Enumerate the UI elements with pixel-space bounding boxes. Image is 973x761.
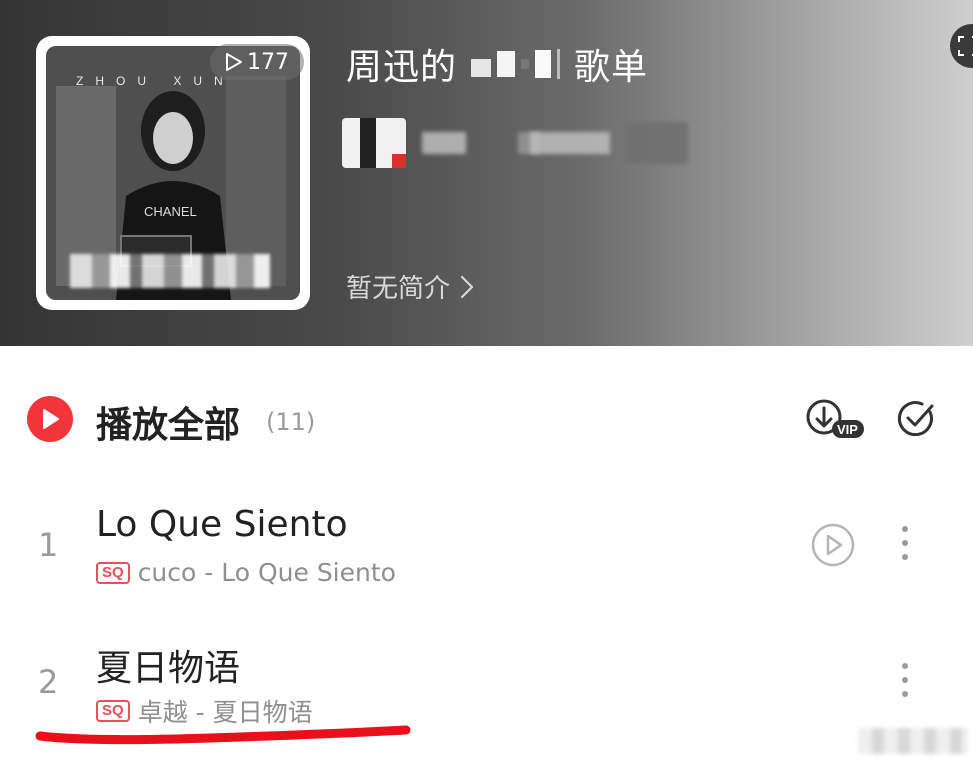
- list-item[interactable]: 1 Lo Que Siento SQ cuco - Lo Que Siento: [0, 496, 973, 626]
- song-list: 播放全部 (11) VIP 1 Lo Que Siento SQ cuco - …: [0, 346, 973, 761]
- multi-select-icon[interactable]: [896, 398, 938, 440]
- song-index: 2: [38, 663, 59, 701]
- cover-brand-text: ZHOU XUN: [76, 74, 235, 88]
- play-all-count: (11): [266, 408, 316, 436]
- creator-avatar[interactable]: [342, 118, 406, 168]
- vip-badge-text: VIP: [837, 422, 858, 437]
- description-link[interactable]: 暂无简介: [346, 268, 474, 305]
- playlist-title-suffix: 歌单: [574, 47, 649, 88]
- play-outline-icon: [226, 53, 242, 71]
- play-count-value: 177: [247, 49, 289, 75]
- cover-image: CHANEL ZHOU XUN: [46, 46, 300, 300]
- sq-badge: SQ: [96, 561, 130, 584]
- play-count-badge: 177: [210, 44, 304, 80]
- download-vip-icon[interactable]: VIP: [804, 398, 866, 440]
- play-all-row[interactable]: 播放全部 (11) VIP: [0, 346, 973, 496]
- play-all-label[interactable]: 播放全部: [96, 396, 240, 448]
- more-icon[interactable]: [902, 663, 908, 697]
- song-title[interactable]: Lo Que Siento: [96, 504, 348, 545]
- song-title[interactable]: 夏日物语: [96, 639, 240, 691]
- creator-name-blur: [422, 132, 466, 154]
- cover-censor-blur: [70, 254, 270, 288]
- creator-info[interactable]: [342, 118, 702, 178]
- play-icon: [43, 409, 59, 429]
- follow-button-blur[interactable]: [624, 122, 688, 164]
- mv-play-icon[interactable]: [810, 522, 856, 568]
- playlist-title: 周迅的 歌单: [346, 38, 648, 90]
- song-artist-album: cuco - Lo Que Siento: [137, 558, 396, 587]
- description-text: 暂无简介: [346, 274, 451, 304]
- playlist-header: CHANEL ZHOU XUN 177 周迅的 歌单 暂无简介: [0, 0, 973, 346]
- more-icon[interactable]: [902, 526, 908, 560]
- creator-name-blur: [530, 132, 610, 154]
- title-censor-blur: [471, 49, 561, 79]
- annotation-underline: [35, 725, 411, 745]
- scan-icon[interactable]: [950, 24, 973, 68]
- cover-shirt-text: CHANEL: [144, 204, 197, 219]
- song-subtitle: SQ cuco - Lo Que Siento: [96, 558, 396, 587]
- play-all-button[interactable]: [27, 396, 73, 442]
- chevron-right-icon: [460, 275, 474, 298]
- song-index: 1: [38, 526, 59, 564]
- watermark-blur: [858, 728, 968, 754]
- playlist-title-prefix: 周迅的: [346, 47, 458, 88]
